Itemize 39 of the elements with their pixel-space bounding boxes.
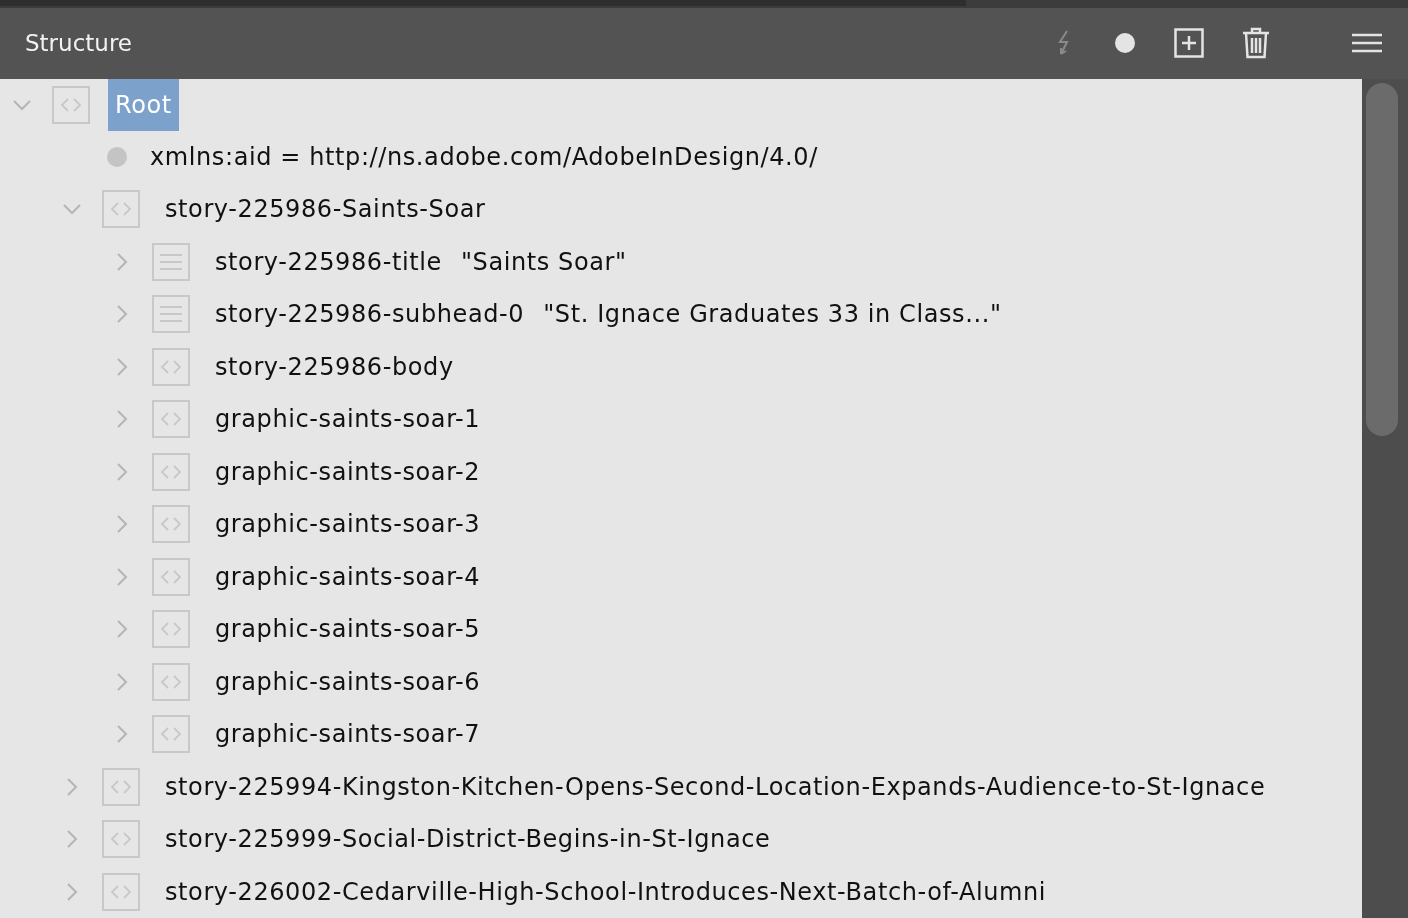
element-label[interactable]: graphic-saints-soar-6 xyxy=(208,655,488,708)
menu-icon[interactable] xyxy=(1352,33,1382,54)
element-label[interactable]: graphic-saints-soar-2 xyxy=(208,445,488,498)
element-label[interactable]: story-225999-Social-District-Begins-in-St-Ignace xyxy=(158,813,778,866)
element-label[interactable]: story-225986-body xyxy=(208,340,461,393)
circle-icon[interactable] xyxy=(1114,32,1136,55)
element-label[interactable]: story-225994-Kingston-Kitchen-Opens-Second-Location-Expands-Audience-to-St-Ignace xyxy=(158,760,1273,813)
element-label[interactable]: graphic-saints-soar-4 xyxy=(208,550,488,603)
scrollbar-thumb[interactable] xyxy=(1366,82,1398,436)
element-tag-icon xyxy=(152,505,190,544)
element-tag-icon xyxy=(52,85,90,124)
element-tag-icon xyxy=(152,452,190,491)
element-label[interactable]: story-225986-title xyxy=(208,235,449,288)
attribute-icon xyxy=(106,146,127,167)
text-element-icon xyxy=(152,242,190,281)
element-label[interactable]: story-226002-Cedarville-High-School-Introduces-Next-Batch-of-Alumni xyxy=(158,865,1054,918)
element-tag-icon xyxy=(102,820,140,859)
element-tag-icon xyxy=(102,872,140,911)
element-tag-icon xyxy=(152,400,190,439)
element-label[interactable]: graphic-saints-soar-7 xyxy=(208,708,488,761)
element-content: "Saints Soar" xyxy=(460,247,627,276)
element-tag-icon xyxy=(152,347,190,386)
element-tag-icon xyxy=(102,767,140,806)
element-tag-icon xyxy=(152,557,190,596)
add-icon[interactable] xyxy=(1174,28,1204,59)
panel-title: Structure xyxy=(25,30,132,57)
text-element-icon xyxy=(152,295,190,334)
attribute-label[interactable]: xmlns:aid = http://ns.adobe.com/AdobeInDesign/4.0/ xyxy=(143,130,825,183)
element-label[interactable]: story-225986-Saints-Soar xyxy=(158,183,493,236)
element-content: "St. Ignace Graduates 33 in Class..." xyxy=(543,300,1002,329)
element-tag-icon xyxy=(102,190,140,229)
element-label[interactable]: graphic-saints-soar-1 xyxy=(208,393,488,446)
element-label[interactable]: graphic-saints-soar-5 xyxy=(208,603,488,656)
element-tag-icon xyxy=(152,662,190,701)
element-label[interactable]: story-225986-subhead-0 xyxy=(208,288,532,341)
element-tag-icon xyxy=(152,715,190,754)
element-label[interactable]: graphic-saints-soar-3 xyxy=(208,498,488,551)
element-tag-icon xyxy=(152,610,190,649)
trash-icon[interactable] xyxy=(1242,27,1270,60)
